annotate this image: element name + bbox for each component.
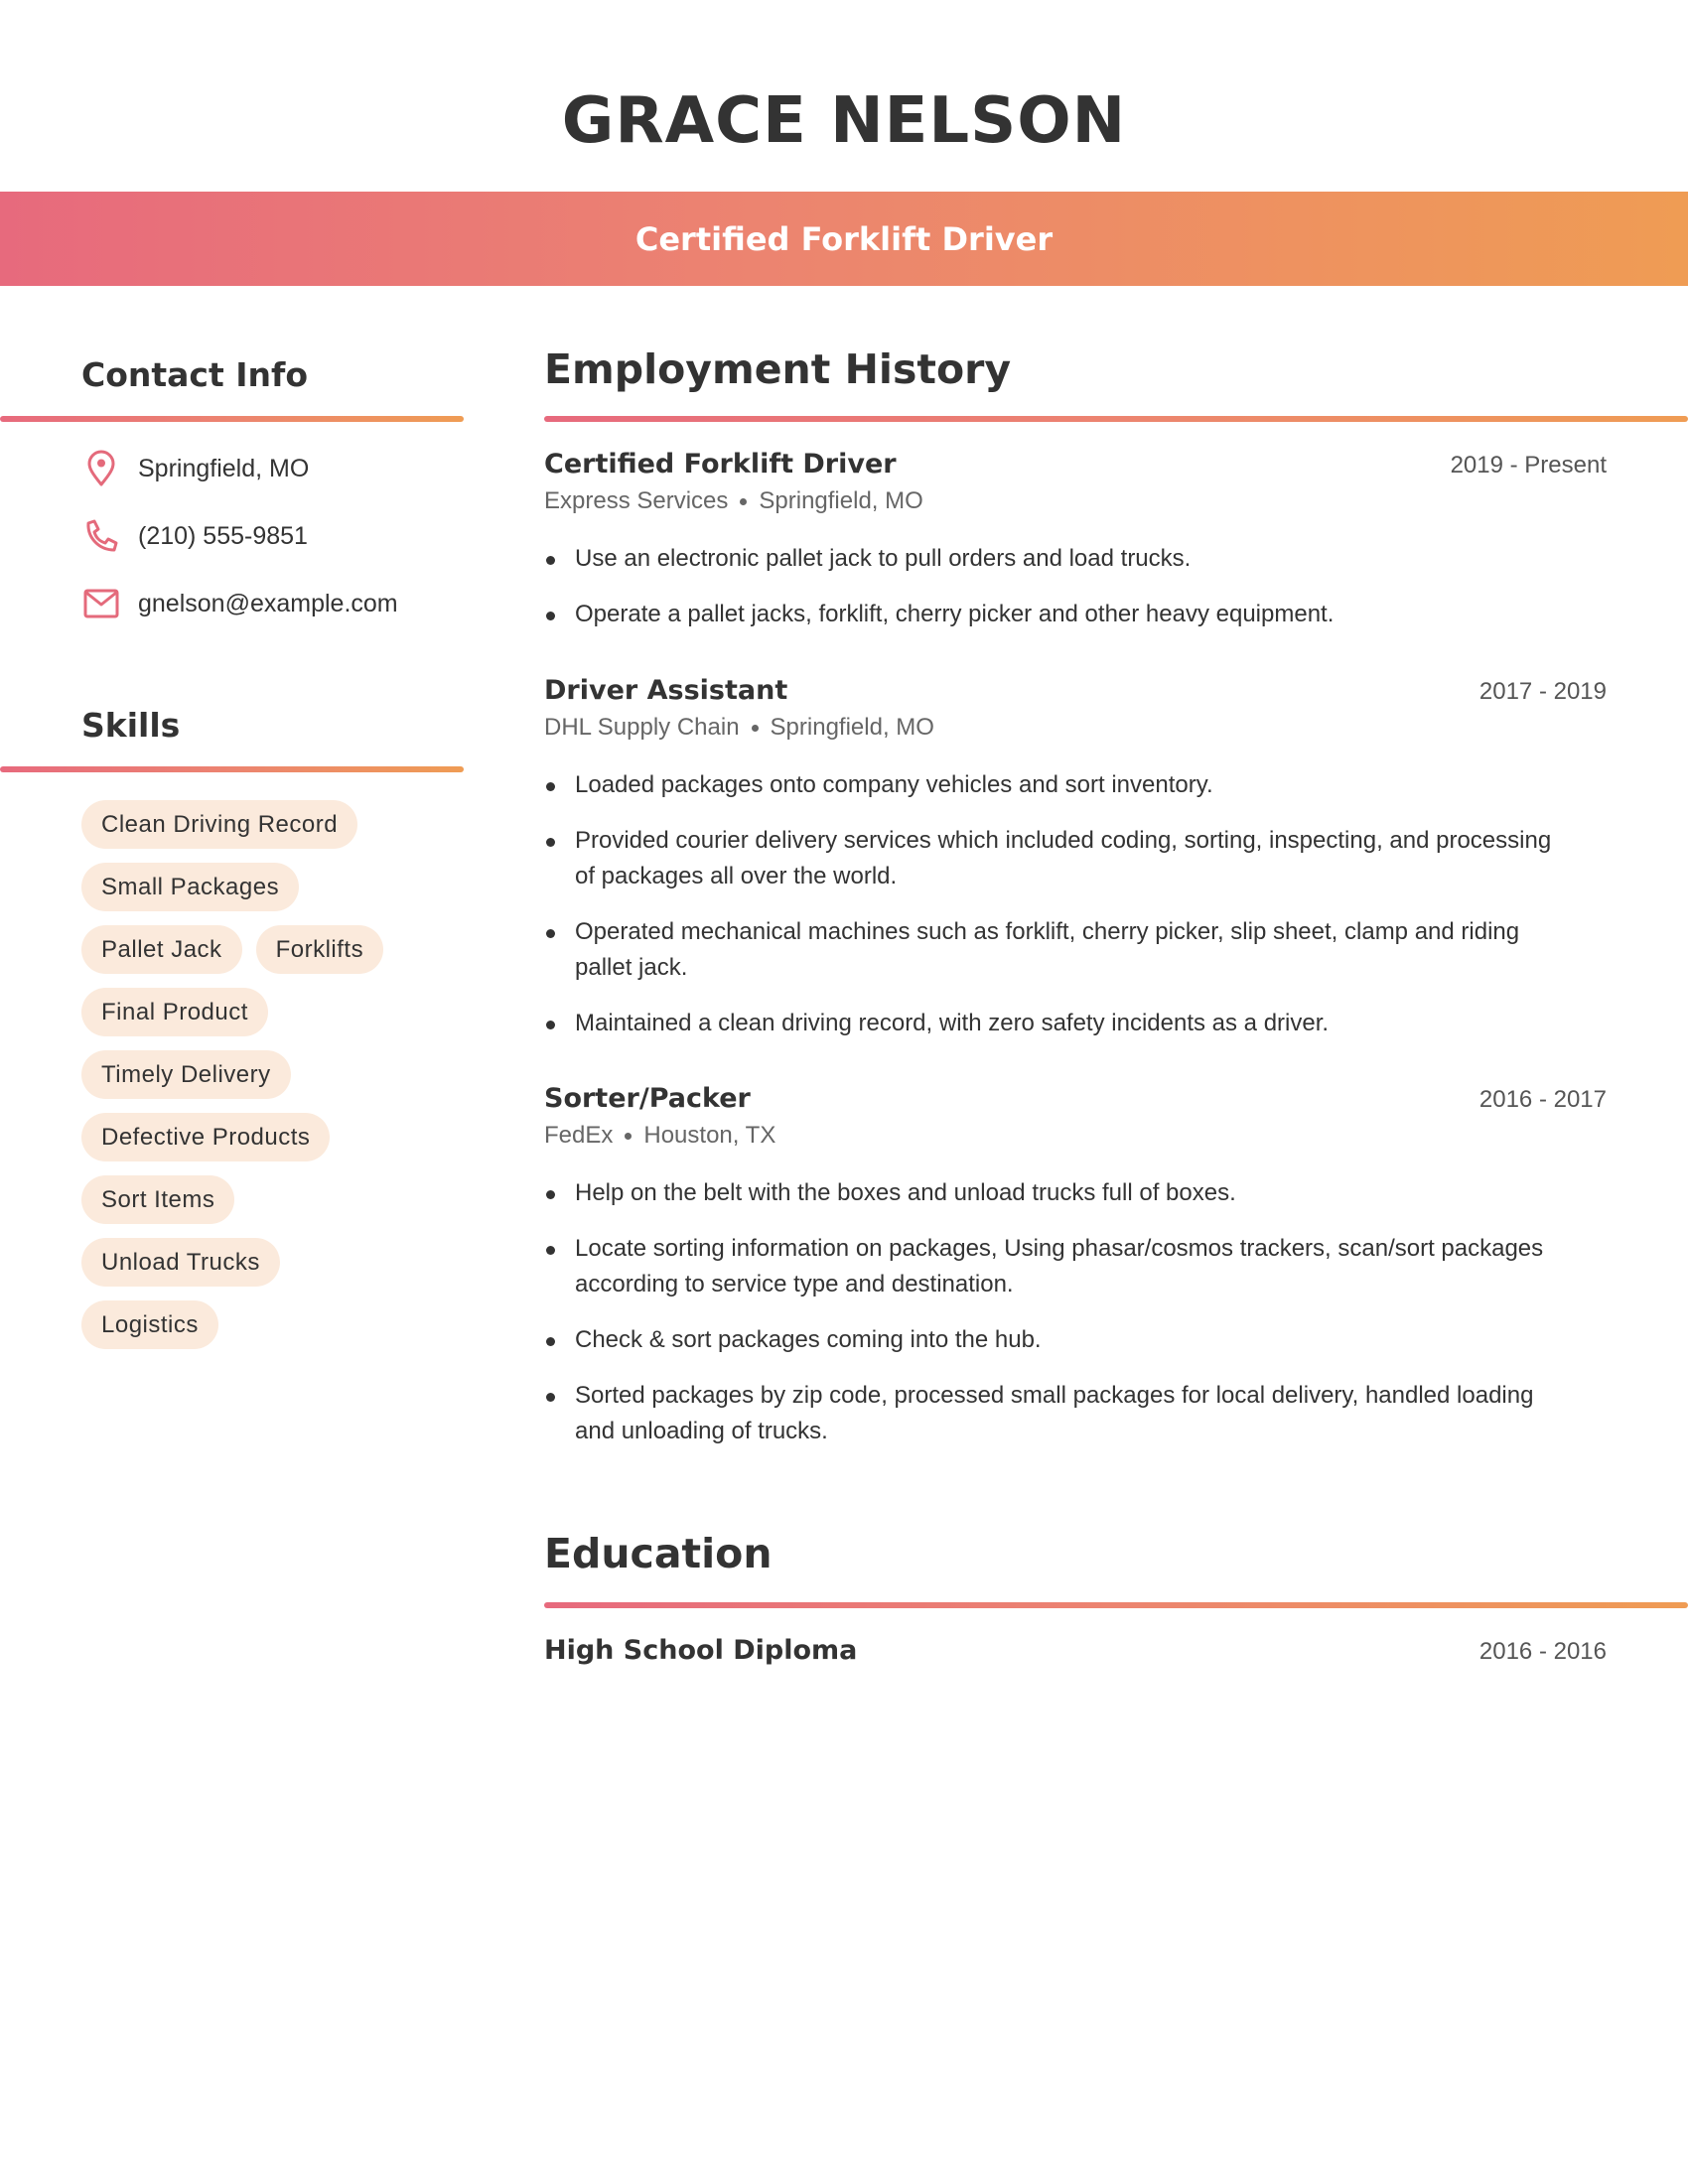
separator-dot	[740, 497, 748, 505]
job-entry: Sorter/Packer 2016 - 2017 FedEx Houston,…	[544, 1083, 1607, 1469]
skill-tag: Pallet Jack	[81, 925, 242, 974]
skill-tag: Forklifts	[255, 925, 384, 974]
job-bullet: Sorted packages by zip code, processed s…	[544, 1378, 1577, 1449]
skill-tag: Timely Delivery	[81, 1050, 291, 1099]
job-bullets: Help on the belt with the boxes and unlo…	[544, 1175, 1577, 1449]
skill-tag: Defective Products	[81, 1113, 331, 1161]
education-divider	[544, 1602, 1688, 1608]
employment-heading: Employment History	[544, 345, 1012, 393]
job-bullet: Operated mechanical machines such as for…	[544, 914, 1577, 986]
job-bullet: Locate sorting information on packages, …	[544, 1231, 1577, 1302]
job-bullet: Provided courier delivery services which…	[544, 823, 1577, 894]
separator-dot	[625, 1132, 633, 1140]
job-location: Houston, TX	[643, 1122, 776, 1149]
skill-tag: Clean Driving Record	[81, 800, 358, 849]
job-dates: 2016 - 2017	[1478, 1086, 1607, 1113]
job-title: Driver Assistant	[544, 675, 788, 706]
email-text[interactable]: gnelson@example.com	[138, 590, 398, 618]
skill-tag: Small Packages	[81, 863, 300, 911]
job-bullets: Use an electronic pallet jack to pull or…	[544, 541, 1577, 632]
job-title-headline: Certified Forklift Driver	[634, 219, 1054, 258]
skills-heading: Skills	[81, 706, 181, 745]
job-company: FedEx	[544, 1122, 614, 1149]
contact-phone: (210) 555-9851	[81, 514, 308, 558]
job-bullet: Check & sort packages coming into the hu…	[544, 1322, 1577, 1358]
job-bullet: Operate a pallet jacks, forklift, cherry…	[544, 597, 1577, 632]
skills-list: Clean Driving Record Small Packages Pall…	[81, 800, 479, 1363]
employment-divider	[544, 416, 1688, 422]
contact-divider	[0, 416, 464, 422]
mail-icon	[81, 584, 121, 623]
skills-divider	[0, 766, 464, 772]
skill-tag: Unload Trucks	[81, 1238, 280, 1287]
job-location: Springfield, MO	[770, 714, 934, 741]
education-title: High School Diploma	[544, 1635, 858, 1666]
contact-heading: Contact Info	[81, 355, 309, 394]
job-dates: 2019 - Present	[1450, 452, 1607, 478]
job-company: Express Services	[544, 487, 729, 514]
job-bullets: Loaded packages onto company vehicles an…	[544, 767, 1577, 1041]
phone-icon	[81, 516, 121, 556]
job-title: Sorter/Packer	[544, 1083, 751, 1114]
job-title: Certified Forklift Driver	[544, 449, 897, 479]
job-entry: Certified Forklift Driver 2019 - Present…	[544, 449, 1607, 652]
job-entry: Driver Assistant 2017 - 2019 DHL Supply …	[544, 675, 1607, 1061]
job-company: DHL Supply Chain	[544, 714, 740, 741]
education-dates: 2016 - 2016	[1478, 1638, 1607, 1665]
separator-dot	[751, 724, 759, 732]
job-dates: 2017 - 2019	[1478, 678, 1607, 705]
skill-tag: Logistics	[81, 1300, 218, 1349]
candidate-name: GRACE NELSON	[561, 84, 1127, 158]
skill-tag: Sort Items	[81, 1175, 235, 1224]
job-bullet: Loaded packages onto company vehicles an…	[544, 767, 1577, 803]
title-banner: Certified Forklift Driver	[0, 192, 1688, 286]
education-heading: Education	[544, 1530, 773, 1577]
job-location: Springfield, MO	[759, 487, 923, 514]
education-entry: High School Diploma 2016 - 2016	[544, 1635, 1607, 1666]
skill-tag: Final Product	[81, 988, 268, 1036]
location-text: Springfield, MO	[138, 454, 310, 482]
map-pin-icon	[81, 449, 121, 488]
job-bullet: Help on the belt with the boxes and unlo…	[544, 1175, 1577, 1211]
contact-email: gnelson@example.com	[81, 582, 398, 625]
job-bullet: Maintained a clean driving record, with …	[544, 1006, 1577, 1041]
job-bullet: Use an electronic pallet jack to pull or…	[544, 541, 1577, 577]
contact-location: Springfield, MO	[81, 447, 309, 490]
phone-text[interactable]: (210) 555-9851	[138, 522, 308, 551]
